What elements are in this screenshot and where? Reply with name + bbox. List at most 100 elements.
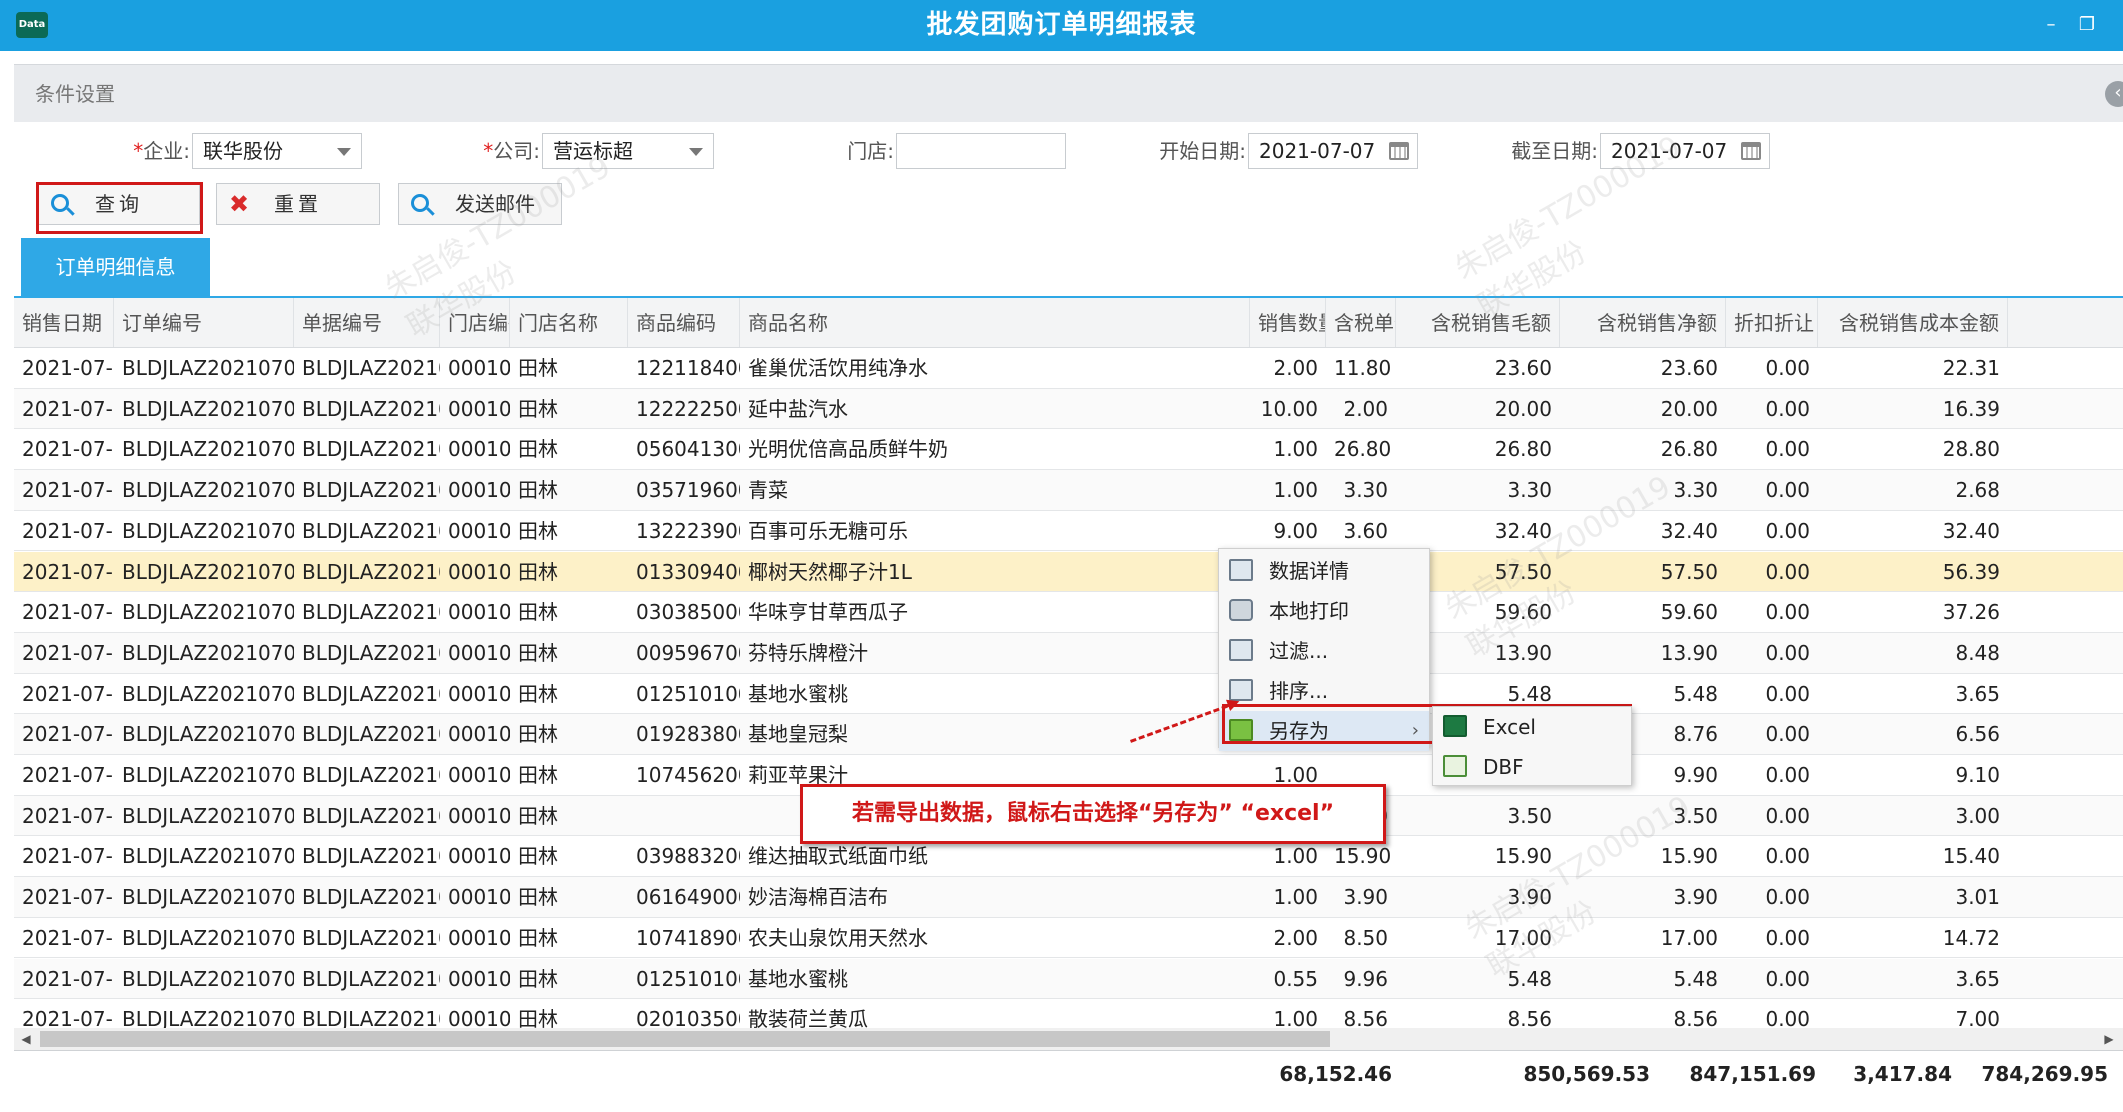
- column-header[interactable]: 门店名称: [510, 298, 628, 347]
- table-row[interactable]: 2021-07-07 BLDJLAZ20210706360... BLDJLAZ20…: [14, 470, 2123, 511]
- table-cell: BLDJLAZ2021070...: [302, 722, 440, 747]
- table-cell: 10.00: [1260, 396, 1318, 421]
- totals-row: 68,152.46 850,569.53 847,151.69 3,417.84…: [14, 1050, 2123, 1096]
- table-cell: 2021-07-07: [22, 803, 114, 828]
- table-cell: 32.40: [1494, 518, 1552, 543]
- table-cell: 2021-07-07: [22, 763, 114, 787]
- table-cell: 0125101001: [636, 681, 740, 706]
- table-row[interactable]: 2021-07-07 BLDJLAZ20210706360... BLDJLAZ20…: [14, 511, 2123, 552]
- table-cell: 1322239001: [636, 518, 740, 543]
- table-cell: 2021-07-07: [22, 478, 114, 503]
- table-cell: 16.39: [1942, 396, 2000, 421]
- column-header[interactable]: 门店编码: [440, 298, 510, 347]
- table-row[interactable]: 2021-07-07 BLDJLAZ20210706361... BLDJLAZ20…: [14, 592, 2123, 633]
- table-cell: 0.00: [1765, 518, 1810, 543]
- table-cell: 田林: [518, 844, 558, 869]
- table-cell: BLDJLAZ2021070...: [302, 396, 440, 421]
- table-cell: 0.00: [1765, 803, 1810, 828]
- table-row[interactable]: 2021-07-07 BLDJLAZ20210707371... BLDJLAZ20…: [14, 877, 2123, 918]
- menu-item-local-print[interactable]: 本地打印: [1219, 591, 1429, 631]
- table-cell: 0.55: [1273, 966, 1318, 991]
- table-cell: 1.00: [1273, 885, 1318, 910]
- table-cell: BLDJLAZ2021070...: [302, 885, 440, 910]
- table-cell: 0.00: [1765, 396, 1810, 421]
- filter-icon: [1229, 639, 1253, 661]
- restore-button[interactable]: ❐: [2076, 14, 2098, 36]
- calendar-icon[interactable]: [1741, 142, 1761, 160]
- table-cell: 2.68: [1955, 478, 2000, 503]
- table-row[interactable]: 2021-07-07 BLDJLAZ20210706361... BLDJLAZ20…: [14, 674, 2123, 715]
- table-cell: 8.50: [1343, 925, 1388, 950]
- table-cell: BLDJLAZ20210707373...: [122, 966, 294, 991]
- table-cell: 田林: [518, 396, 558, 421]
- table-cell: 雀巢优活饮用纯净水: [748, 356, 928, 380]
- horizontal-scrollbar[interactable]: ◀ ▶: [14, 1028, 2123, 1050]
- column-header[interactable]: 含税销售成本金额: [1818, 298, 2008, 347]
- start-date-label: 开始日期:: [1159, 139, 1246, 163]
- menu-item-data-details[interactable]: 数据详情: [1219, 551, 1429, 591]
- table-row[interactable]: 2021-07-07 BLDJLAZ20210706361... BLDJLAZ20…: [14, 551, 2123, 593]
- table-row[interactable]: 2021-07-07 BLDJLAZ20210706273... BLDJLAZ20…: [14, 388, 2123, 430]
- table-cell: 田林: [518, 559, 558, 584]
- table-cell: 田林: [518, 478, 558, 503]
- table-row[interactable]: 2021-07-07 BLDJLAZ20210706361... BLDJLAZ20…: [14, 632, 2123, 674]
- scroll-left-icon[interactable]: ◀: [16, 1028, 36, 1050]
- column-header[interactable]: 订单编号: [114, 298, 294, 347]
- table-cell: 基地皇冠梨: [748, 722, 848, 747]
- table-cell: 2021-07-07: [22, 356, 114, 380]
- column-header[interactable]: 商品编码: [628, 298, 740, 347]
- table-cell: 6.56: [1955, 722, 2000, 747]
- table-row[interactable]: 2021-07-07 BLDJLAZ20210706305... BLDJLAZ20…: [14, 429, 2123, 471]
- table-cell: 0.00: [1765, 437, 1810, 462]
- chevron-down-icon: [689, 148, 703, 156]
- table-cell: 2021-07-07: [22, 559, 114, 584]
- table-row[interactable]: 2021-07-07 BLDJLAZ20210706273... BLDJLAZ20…: [14, 348, 2123, 389]
- table-cell: 2021-07-07: [22, 600, 114, 625]
- table-cell: 0133094001: [636, 559, 740, 584]
- scroll-right-icon[interactable]: ▶: [2099, 1028, 2119, 1050]
- table-cell: 000100: [448, 763, 510, 787]
- minimize-button[interactable]: –: [2040, 14, 2062, 36]
- table-cell: 2021-07-07: [22, 885, 114, 910]
- column-header[interactable]: 含税销售毛额: [1396, 298, 1560, 347]
- tab-order-details[interactable]: 订单明细信息: [21, 238, 210, 297]
- table-cell: 15.90: [1494, 844, 1552, 869]
- menu-item-dbf[interactable]: DBF: [1433, 747, 1631, 787]
- table-cell: 3.60: [1343, 518, 1388, 543]
- end-date-field[interactable]: 2021-07-07: [1600, 133, 1770, 169]
- scroll-thumb[interactable]: [40, 1031, 1330, 1047]
- column-header[interactable]: 销售日期: [14, 298, 114, 347]
- reset-button[interactable]: ✖ 重置: [216, 183, 380, 225]
- company-select[interactable]: 营运标超: [542, 133, 714, 169]
- table-cell: 0.00: [1765, 559, 1810, 584]
- chevron-down-icon: [337, 148, 351, 156]
- table-cell: 000100: [448, 600, 510, 625]
- table-cell: 2021-07-07: [22, 925, 114, 950]
- table-cell: 000100: [448, 803, 510, 828]
- table-cell: BLDJLAZ20210706361...: [122, 681, 294, 706]
- menu-item-excel[interactable]: Excel: [1433, 707, 1631, 747]
- table-cell: 3.30: [1507, 478, 1552, 503]
- table-cell: 0.00: [1765, 966, 1810, 991]
- collapse-icon[interactable]: ‹: [2105, 81, 2123, 107]
- menu-item-filter[interactable]: 过滤...: [1219, 631, 1429, 671]
- send-mail-button[interactable]: 发送邮件: [398, 183, 562, 225]
- table-row[interactable]: 2021-07-07 BLDJLAZ20210706361... BLDJLAZ20…: [14, 714, 2123, 755]
- grid-header: 销售日期订单编号单据编号门店编码门店名称商品编码商品名称销售数量含税单价含税销售…: [14, 298, 2123, 348]
- calendar-icon[interactable]: [1389, 142, 1409, 160]
- table-row[interactable]: 2021-07-07 BLDJLAZ20210707371... BLDJLAZ20…: [14, 918, 2123, 959]
- total-discount: 3,417.84: [1853, 1062, 1952, 1086]
- table-cell: 0.00: [1765, 844, 1810, 869]
- start-date-field[interactable]: 2021-07-07: [1248, 133, 1418, 169]
- table-cell: 2021-07-07: [22, 722, 114, 747]
- store-input[interactable]: [896, 133, 1066, 169]
- column-header[interactable]: 含税单价: [1326, 298, 1396, 347]
- column-header[interactable]: 单据编号: [294, 298, 440, 347]
- table-row[interactable]: 2021-07-07 BLDJLAZ20210707373... BLDJLAZ20…: [14, 958, 2123, 1000]
- table-cell: 3.65: [1955, 966, 2000, 991]
- enterprise-select[interactable]: 联华股份: [192, 133, 362, 169]
- column-header[interactable]: 折扣折让: [1726, 298, 1818, 347]
- column-header[interactable]: 含税销售净额: [1560, 298, 1726, 347]
- column-header[interactable]: 销售数量: [1250, 298, 1326, 347]
- column-header[interactable]: 商品名称: [740, 298, 1250, 347]
